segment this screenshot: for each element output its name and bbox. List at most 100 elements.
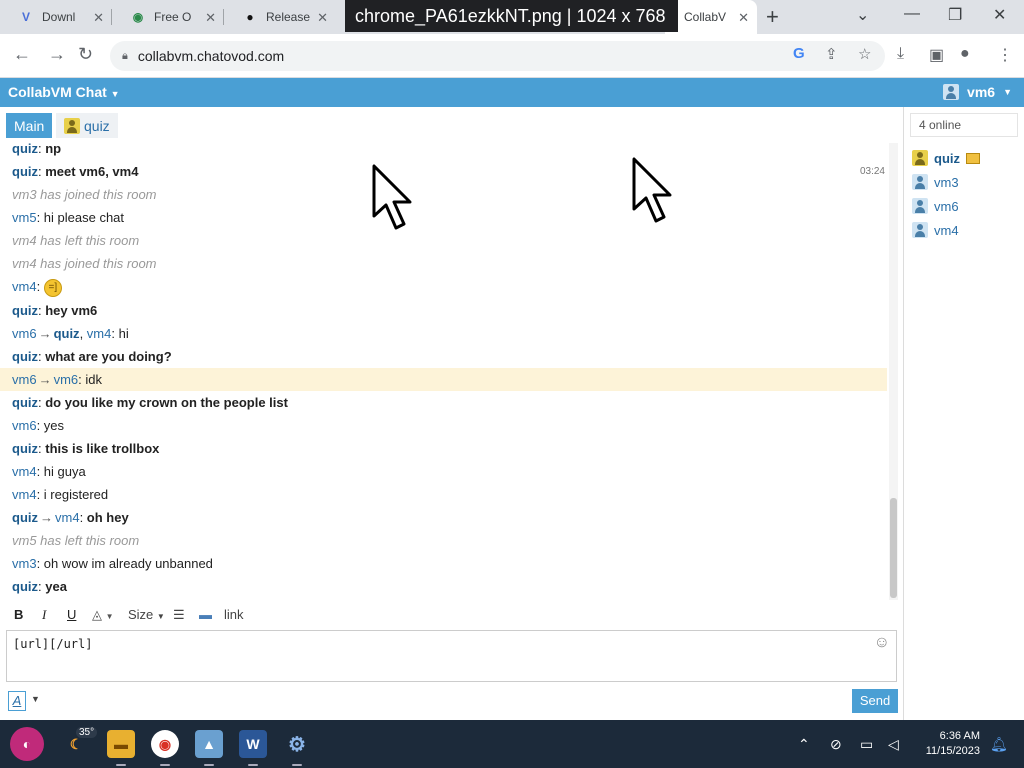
word-icon[interactable]: W [239,730,267,766]
volume-icon[interactable]: ◁ [888,736,899,753]
bold-button[interactable]: B [14,607,23,622]
message-input[interactable]: [url][/url] ☺ [6,630,897,682]
message-text: yes [43,418,65,433]
username[interactable]: quiz [12,303,38,318]
reload-icon[interactable]: ↻ [78,44,93,65]
username[interactable]: vm4 [12,279,37,294]
tab-main[interactable]: Main [6,113,53,138]
back-icon[interactable]: ← [13,44,31,65]
username[interactable]: vm3 [12,556,37,571]
text-color-button[interactable]: ◬ ▼ [92,607,114,623]
message-input-text: [url][/url] [13,637,93,651]
close-tab-icon[interactable]: ✕ [738,10,749,26]
message-text: meet vm6, vm4 [45,164,139,179]
chrome-icon[interactable]: ◉ [151,730,179,766]
windows-taskbar: ◐ 35° ☾ ▬ ◉ ▲ W ⚙ ⌃ ⊘ ▭ ◁ 6:36 AM 11/15/… [0,720,1024,768]
size-label: Size [128,607,154,622]
username[interactable]: vm4 [87,326,112,341]
smiley-icon[interactable]: ☺ [874,634,890,652]
username[interactable]: vm4 [12,464,37,479]
chat-message: quiz: np [0,143,887,160]
tab-label: Release [266,10,311,24]
username[interactable]: quiz [12,579,38,594]
close-tab-icon[interactable]: ✕ [317,10,328,26]
photos-icon[interactable]: ▲ [195,730,223,766]
chat-title-menu[interactable]: CollabVM Chat ▼ [8,84,120,100]
address-bar[interactable]: 🔒︎ collabvm.chatovod.com G ⇪ ☆ [110,41,885,71]
side-panel-icon[interactable]: ▣ [929,45,944,65]
chevron-up-icon[interactable]: ⌃ [798,736,810,753]
chat-message: quiz: hey vm6 [0,299,887,322]
url-text: collabvm.chatovod.com [137,48,285,64]
username[interactable]: quiz [54,326,80,341]
forward-icon[interactable]: → [48,44,66,65]
tab-quiz[interactable]: quiz [56,113,118,138]
people-item-vm3[interactable]: vm3 [912,172,959,192]
display-icon[interactable]: ▭ [860,736,873,753]
separator-text: , [79,326,87,341]
start-app-icon[interactable]: ◐ [10,727,44,761]
message-text: do you like my crown on the people list [45,395,288,410]
username[interactable]: quiz [12,441,38,456]
font-style-button[interactable]: A [8,691,26,711]
close-window-icon[interactable]: ✕ [993,5,1006,25]
profile-icon[interactable]: ● [960,45,970,63]
maximize-icon[interactable]: ❐ [948,5,962,25]
system-message: vm4 has left this room [0,229,887,252]
image-button[interactable]: ▬ [199,607,212,622]
people-item-vm6[interactable]: vm6 [912,196,959,216]
bookmark-star-icon[interactable]: ☆ [858,45,871,63]
download-icon[interactable]: ⤓ [897,45,904,63]
italic-button[interactable]: I [42,607,46,623]
clock[interactable]: 6:36 AM 11/15/2023 [918,729,980,759]
weather-icon[interactable]: ☾ [62,730,90,758]
chevron-down-icon[interactable]: ▼ [31,694,40,704]
notification-bell-icon[interactable]: 🔔︎ [990,736,1008,753]
username[interactable]: vm6 [12,418,37,433]
close-tab-icon[interactable]: ✕ [93,10,104,26]
username[interactable]: quiz [12,395,38,410]
chat-title: CollabVM Chat [8,84,107,100]
font-size-dropdown[interactable]: Size ▼ [128,607,165,622]
tab-search-icon[interactable]: ⌄ [856,5,869,25]
browser-tab[interactable]: ◉ Free O ✕ [112,0,224,34]
lock-icon: 🔒︎ [122,49,128,62]
browser-tab[interactable]: ● Release ✕ [224,0,336,34]
google-lens-icon[interactable]: G [793,45,805,62]
username[interactable]: vm4 [55,510,80,525]
username[interactable]: quiz [12,510,38,525]
scrollbar-thumb[interactable] [890,498,897,598]
people-item-quiz[interactable]: quiz [912,148,980,168]
username[interactable]: vm6 [12,326,37,341]
settings-gear-icon[interactable]: ⚙ [283,730,311,766]
formatting-toolbar: B I U ◬ ▼ Size ▼ ☰ ▬ link [0,600,903,630]
people-item-vm4[interactable]: vm4 [912,220,959,240]
avatar [912,150,928,166]
colon: : [36,210,44,225]
username[interactable]: quiz [12,164,38,179]
share-icon[interactable]: ⇪ [825,45,838,63]
username[interactable]: quiz [12,349,38,364]
minimize-icon[interactable]: — [904,5,920,23]
message-scrollbar[interactable] [889,143,898,603]
message-text: np [45,143,62,156]
network-icon[interactable]: ⊘ [830,736,842,753]
browser-tab-active[interactable]: CollabV ✕ [665,0,757,34]
browser-tab[interactable]: V Downl ✕ [0,0,112,34]
user-menu[interactable]: vm6 ▼ [943,84,1012,100]
link-button[interactable]: link [224,607,244,622]
chat-message: vm6 → quiz, vm4: hi [0,322,887,345]
username[interactable]: vm6 [54,372,79,387]
close-tab-icon[interactable]: ✕ [205,10,216,26]
username[interactable]: vm4 [12,487,37,502]
menu-icon[interactable]: ⋮ [997,45,1013,65]
underline-button[interactable]: U [67,607,76,622]
username[interactable]: vm6 [12,372,37,387]
username[interactable]: quiz [12,143,38,156]
list-button[interactable]: ☰ [173,607,185,623]
chat-message: vm4: =] [0,275,887,299]
file-explorer-icon[interactable]: ▬ [107,730,135,766]
new-tab-icon[interactable]: + [766,4,779,30]
username[interactable]: vm5 [12,210,37,225]
send-button[interactable]: Send [852,689,898,713]
